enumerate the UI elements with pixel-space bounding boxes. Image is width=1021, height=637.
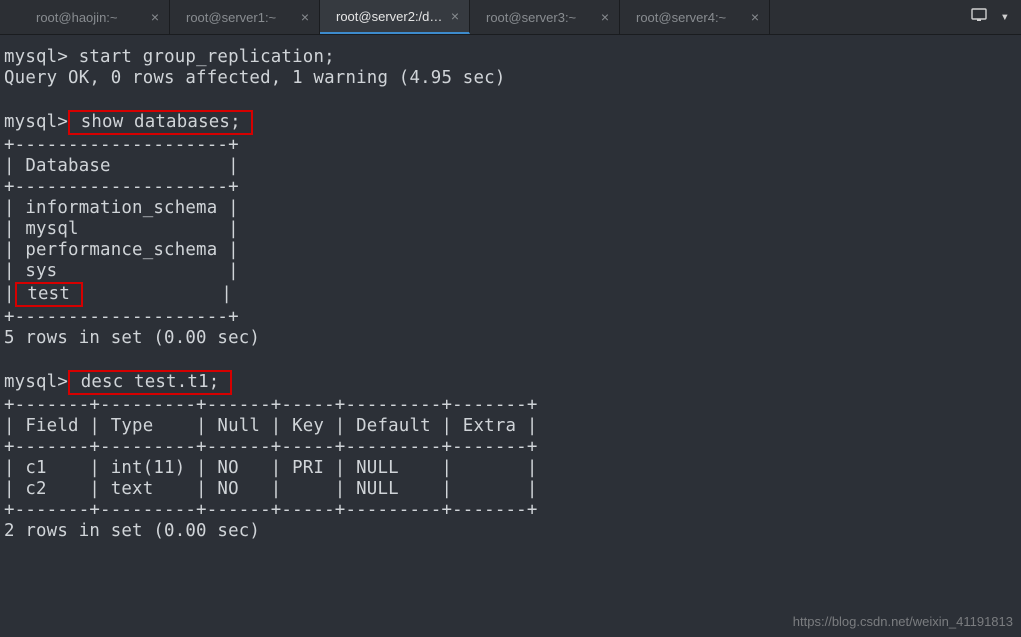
tab-label: root@server4:~ xyxy=(636,10,743,25)
highlight-test-db: test xyxy=(15,282,83,307)
table-header: | Field | Type | Null | Key | Default | … xyxy=(4,416,538,436)
table-row: | information_schema | xyxy=(4,198,239,218)
table-row: | c2 | text | NO | | NULL | | xyxy=(4,479,538,499)
tab-label: root@haojin:~ xyxy=(36,10,143,25)
tab-server4[interactable]: root@server4:~ × xyxy=(620,0,770,34)
tab-server2[interactable]: root@server2:/d… × xyxy=(320,0,470,34)
tab-bar-actions: ▾ xyxy=(959,0,1021,34)
table-border: +-------+---------+------+-----+--------… xyxy=(4,395,538,415)
tab-server3[interactable]: root@server3:~ × xyxy=(470,0,620,34)
tab-label: root@server2:/d… xyxy=(336,9,443,24)
query-ok-line: Query OK, 0 rows affected, 1 warning (4.… xyxy=(4,68,506,88)
watermark: https://blog.csdn.net/weixin_41191813 xyxy=(793,614,1013,629)
terminal-output[interactable]: mysql> start group_replication; Query OK… xyxy=(0,35,1021,546)
table-row-pre: | xyxy=(4,284,15,304)
prompt: mysql> xyxy=(4,372,68,392)
table-border: +-------+---------+------+-----+--------… xyxy=(4,437,538,457)
table-header: | Database | xyxy=(4,156,239,176)
table-row: | c1 | int(11) | NO | PRI | NULL | | xyxy=(4,458,538,478)
close-icon[interactable]: × xyxy=(301,10,309,24)
tab-server1[interactable]: root@server1:~ × xyxy=(170,0,320,34)
prompt: mysql> xyxy=(4,112,68,132)
tab-label: root@server1:~ xyxy=(186,10,293,25)
table-border: +--------------------+ xyxy=(4,177,239,197)
tab-bar: root@haojin:~ × root@server1:~ × root@se… xyxy=(0,0,1021,35)
close-icon[interactable]: × xyxy=(601,10,609,24)
tab-label: root@server3:~ xyxy=(486,10,593,25)
table-border: +--------------------+ xyxy=(4,307,239,327)
prompt: mysql> xyxy=(4,47,68,67)
highlight-show-databases: show databases; xyxy=(68,110,253,135)
close-icon[interactable]: × xyxy=(751,10,759,24)
table-border: +-------+---------+------+-----+--------… xyxy=(4,500,538,520)
table-row: | sys | xyxy=(4,261,239,281)
result-summary: 5 rows in set (0.00 sec) xyxy=(4,328,260,348)
cmd-start-replication: start group_replication; xyxy=(79,47,335,67)
close-icon[interactable]: × xyxy=(151,10,159,24)
broadcast-icon[interactable] xyxy=(971,8,987,26)
table-row: | performance_schema | xyxy=(4,240,239,260)
table-row: | mysql | xyxy=(4,219,239,239)
tab-bar-spacer xyxy=(0,0,20,34)
chevron-down-icon[interactable]: ▾ xyxy=(1001,9,1009,25)
close-icon[interactable]: × xyxy=(451,9,459,23)
result-summary: 2 rows in set (0.00 sec) xyxy=(4,521,260,541)
table-row-post: | xyxy=(83,284,232,304)
highlight-desc-test: desc test.t1; xyxy=(68,370,232,395)
table-border: +--------------------+ xyxy=(4,135,239,155)
tab-haojin[interactable]: root@haojin:~ × xyxy=(20,0,170,34)
